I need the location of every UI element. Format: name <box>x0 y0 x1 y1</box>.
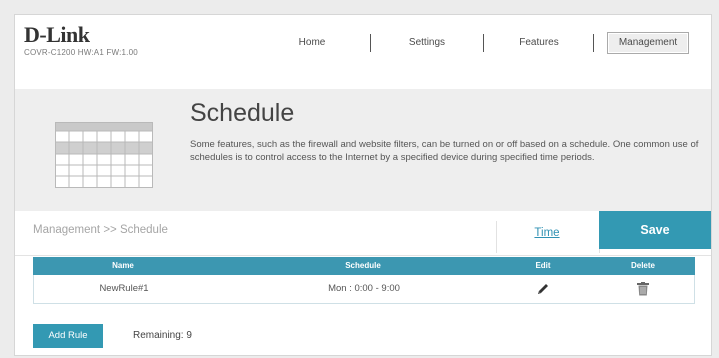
calendar-icon <box>55 122 153 188</box>
save-button[interactable]: Save <box>599 211 711 249</box>
column-header-delete: Delete <box>630 261 655 270</box>
nav-divider <box>593 34 594 52</box>
page-description: Some features, such as the firewall and … <box>190 139 699 163</box>
trash-icon[interactable] <box>637 282 649 296</box>
table-header: Name Schedule Edit Delete <box>33 257 695 275</box>
nav-settings[interactable]: Settings <box>393 32 461 54</box>
main-nav: Home Settings Features Management <box>15 32 711 54</box>
column-header-schedule: Schedule <box>345 261 381 270</box>
table-row: NewRule#1 Mon : 0:00 - 9:00 <box>33 275 695 304</box>
page-banner: Schedule Some features, such as the fire… <box>15 89 711 211</box>
nav-divider <box>483 34 484 52</box>
schedule-table: Name Schedule Edit Delete NewRule#1 Mon … <box>33 257 695 304</box>
nav-divider <box>370 34 371 52</box>
add-rule-button[interactable]: Add Rule <box>33 324 103 348</box>
rule-name-cell: NewRule#1 <box>99 283 149 294</box>
remaining-count: Remaining: 9 <box>133 330 192 341</box>
breadcrumb: Management >> Schedule <box>33 224 168 236</box>
nav-features[interactable]: Features <box>505 32 573 54</box>
nav-home[interactable]: Home <box>283 32 341 54</box>
action-bar: Management >> Schedule Time Save <box>15 211 711 256</box>
pencil-icon[interactable] <box>536 282 550 296</box>
page-title: Schedule <box>190 99 295 127</box>
column-header-edit: Edit <box>535 261 551 270</box>
nav-management[interactable]: Management <box>607 32 689 54</box>
top-header: D-Link COVR-C1200 HW:A1 FW:1.00 Home Set… <box>15 15 711 89</box>
column-header-name: Name <box>112 261 134 270</box>
router-admin-page: D-Link COVR-C1200 HW:A1 FW:1.00 Home Set… <box>14 14 712 356</box>
rule-schedule-cell: Mon : 0:00 - 9:00 <box>328 283 400 294</box>
time-link[interactable]: Time <box>495 211 599 255</box>
